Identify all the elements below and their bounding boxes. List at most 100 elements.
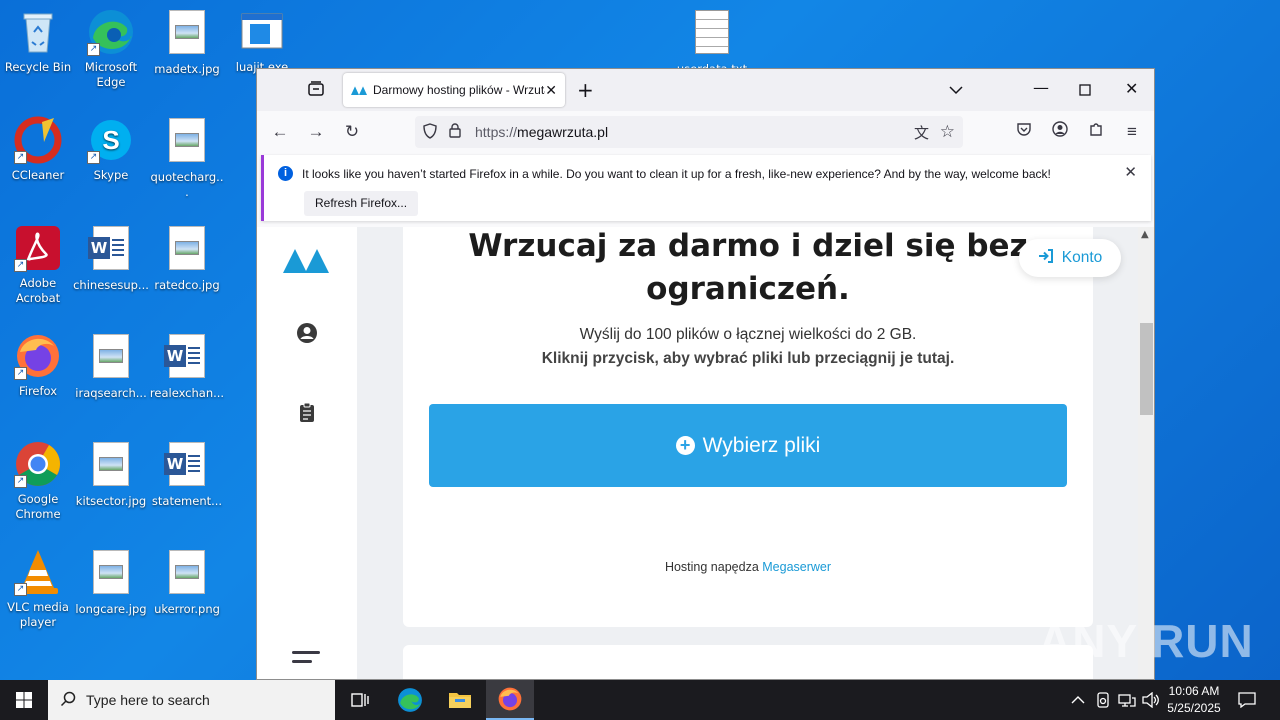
scrollbar-thumb[interactable] bbox=[1140, 323, 1153, 415]
desktop-icon-longcare[interactable]: longcare.jpg bbox=[73, 548, 149, 617]
desktop-icon-vlc[interactable]: ↗ VLC media player bbox=[0, 548, 76, 630]
desktop-icon-ratedco[interactable]: ratedco.jpg bbox=[149, 224, 225, 293]
desktop-icon-kitsector[interactable]: kitsector.jpg bbox=[73, 440, 149, 509]
extensions-puzzle-icon[interactable] bbox=[1083, 120, 1109, 144]
bookmark-star-icon[interactable]: ☆ bbox=[940, 122, 955, 142]
close-window-button[interactable]: ✕ bbox=[1125, 79, 1138, 98]
firefox-view-icon[interactable] bbox=[307, 81, 325, 101]
list-all-tabs-chevron-icon[interactable] bbox=[949, 80, 963, 99]
secondary-card bbox=[403, 645, 1093, 679]
recycle-bin-icon bbox=[14, 8, 62, 56]
hosting-credit: Hosting napędza Megaserwer bbox=[403, 560, 1093, 574]
reload-icon[interactable]: ↻ bbox=[339, 120, 365, 144]
desktop-icon-statement[interactable]: W statement... bbox=[149, 440, 225, 509]
tracking-shield-icon[interactable] bbox=[423, 122, 439, 142]
desktop-icon-iraqsearch[interactable]: iraqsearch... bbox=[73, 332, 149, 401]
firefox-icon: ↗ bbox=[14, 332, 62, 380]
choose-files-button[interactable]: + Wybierz pliki bbox=[429, 404, 1067, 487]
desktop-icon-ccleaner[interactable]: ↗ CCleaner bbox=[0, 116, 76, 183]
icon-label: quotecharg... bbox=[150, 170, 224, 199]
back-arrow-icon[interactable]: ← bbox=[267, 120, 293, 144]
tab-megawrzuta[interactable]: Darmowy hosting plików - Wrzuta ✕ bbox=[343, 73, 565, 107]
pocket-icon[interactable] bbox=[1011, 120, 1037, 144]
tray-device-icon[interactable] bbox=[1096, 680, 1110, 720]
tray-chevron-up-icon[interactable] bbox=[1071, 680, 1085, 720]
desktop-icon-recycle-bin[interactable]: Recycle Bin bbox=[0, 8, 76, 75]
upload-instructions-text: Kliknij przycisk, aby wybrać pliki lub p… bbox=[541, 350, 955, 367]
maximize-button[interactable] bbox=[1079, 81, 1091, 100]
scroll-up-arrow-icon[interactable]: ▲ bbox=[1141, 229, 1149, 240]
desktop-icon-adobe-acrobat[interactable]: ↗ Adobe Acrobat bbox=[0, 224, 76, 306]
notification-center-icon[interactable] bbox=[1238, 680, 1256, 720]
plus-circle-icon: + bbox=[675, 436, 695, 455]
refresh-firefox-button[interactable]: Refresh Firefox... bbox=[304, 191, 419, 216]
account-button[interactable]: Konto bbox=[1019, 239, 1121, 277]
new-tab-button[interactable]: + bbox=[577, 78, 594, 102]
icon-label: Adobe Acrobat bbox=[15, 276, 61, 305]
desktop-icon-ukerror[interactable]: ukerror.png bbox=[149, 548, 225, 617]
edge-icon: ↗ bbox=[87, 8, 135, 56]
close-tab-icon[interactable]: ✕ bbox=[545, 82, 557, 99]
chrome-icon: ↗ bbox=[14, 440, 62, 488]
desktop-icon-google-chrome[interactable]: ↗ Google Chrome bbox=[0, 440, 76, 522]
taskbar-edge[interactable] bbox=[386, 680, 434, 720]
image-file-icon bbox=[163, 550, 211, 598]
icon-label: VLC media player bbox=[7, 600, 69, 629]
image-file-icon bbox=[163, 10, 211, 58]
desktop-icon-chinesesup[interactable]: W chinesesup... bbox=[73, 224, 149, 293]
page-title: Wrzucaj za darmo i dziel się bez ogranic… bbox=[468, 228, 1028, 307]
url-protocol: https:// bbox=[475, 124, 518, 140]
megaserwer-link[interactable]: Megaserwer bbox=[762, 560, 831, 574]
desktop-icon-quotecharg[interactable]: quotecharg... bbox=[149, 116, 225, 200]
text-file-icon bbox=[688, 10, 736, 58]
icon-label: iraqsearch... bbox=[75, 386, 147, 400]
icon-label: longcare.jpg bbox=[75, 602, 147, 616]
image-file-icon bbox=[87, 334, 135, 382]
account-label: Konto bbox=[1061, 249, 1103, 266]
page-scrollbar[interactable]: ▲ bbox=[1138, 227, 1154, 679]
desktop-icon-firefox[interactable]: ↗ Firefox bbox=[0, 332, 76, 399]
site-sidebar bbox=[257, 227, 357, 679]
desktop-icon-skype[interactable]: S ↗ Skype bbox=[73, 116, 149, 183]
taskbar-search-box[interactable]: Type here to search bbox=[48, 680, 335, 720]
firefox-window: Darmowy hosting plików - Wrzuta ✕ + — ✕ … bbox=[256, 68, 1155, 680]
taskbar-clock[interactable]: 10:06 AM 5/25/2025 bbox=[1160, 683, 1228, 717]
taskbar-firefox[interactable] bbox=[486, 680, 534, 720]
notification-message: It looks like you haven’t started Firefo… bbox=[302, 167, 1051, 181]
minimize-button[interactable]: — bbox=[1033, 78, 1049, 97]
image-file-icon bbox=[163, 226, 211, 274]
volume-icon[interactable] bbox=[1142, 680, 1160, 720]
taskbar: Type here to search 10:06 AM 5/25/2025 bbox=[0, 680, 1280, 720]
word-document-icon: W bbox=[87, 226, 135, 274]
user-profile-icon[interactable] bbox=[295, 321, 319, 345]
icon-label: realexchan... bbox=[149, 386, 225, 400]
anyrun-watermark: ANY RUN bbox=[1038, 615, 1254, 667]
desktop-icon-realexchan[interactable]: W realexchan... bbox=[149, 332, 225, 401]
desktop-icon-madetx[interactable]: madetx.jpg bbox=[149, 8, 225, 77]
forward-arrow-icon[interactable]: → bbox=[303, 120, 329, 144]
desktop-icon-luajit[interactable]: luajit.exe bbox=[224, 8, 300, 75]
start-button[interactable] bbox=[0, 680, 48, 720]
desktop-icon-userdata[interactable]: userdata.txt bbox=[674, 8, 750, 77]
megawrzuta-logo-icon[interactable] bbox=[283, 243, 331, 273]
lock-icon[interactable] bbox=[449, 123, 465, 141]
network-icon[interactable] bbox=[1118, 680, 1136, 720]
icon-label: ratedco.jpg bbox=[154, 278, 220, 292]
url-bar[interactable]: https://megawrzuta.pl 文 ☆ bbox=[415, 116, 963, 148]
menu-hamburger-icon[interactable]: ≡ bbox=[1119, 120, 1145, 144]
account-icon[interactable] bbox=[1047, 120, 1073, 144]
desktop-icon-edge[interactable]: ↗ Microsoft Edge bbox=[73, 8, 149, 90]
task-view-icon bbox=[351, 693, 369, 707]
acrobat-icon: ↗ bbox=[14, 224, 62, 272]
translate-icon[interactable]: 文 bbox=[914, 122, 929, 143]
sidebar-menu-icon[interactable] bbox=[292, 651, 320, 669]
word-document-icon: W bbox=[163, 334, 211, 382]
clipboard-icon[interactable] bbox=[295, 401, 319, 425]
taskbar-file-explorer[interactable] bbox=[436, 680, 484, 720]
icon-label: Google Chrome bbox=[15, 492, 61, 521]
shortcut-arrow-icon: ↗ bbox=[87, 43, 100, 56]
nav-bar: ← → ↻ https://megawrzuta.pl 文 ☆ ≡ bbox=[257, 111, 1154, 153]
clock-time: 10:06 AM bbox=[1168, 684, 1220, 698]
close-notification-icon[interactable]: ✕ bbox=[1124, 163, 1137, 181]
task-view-button[interactable] bbox=[336, 680, 384, 720]
